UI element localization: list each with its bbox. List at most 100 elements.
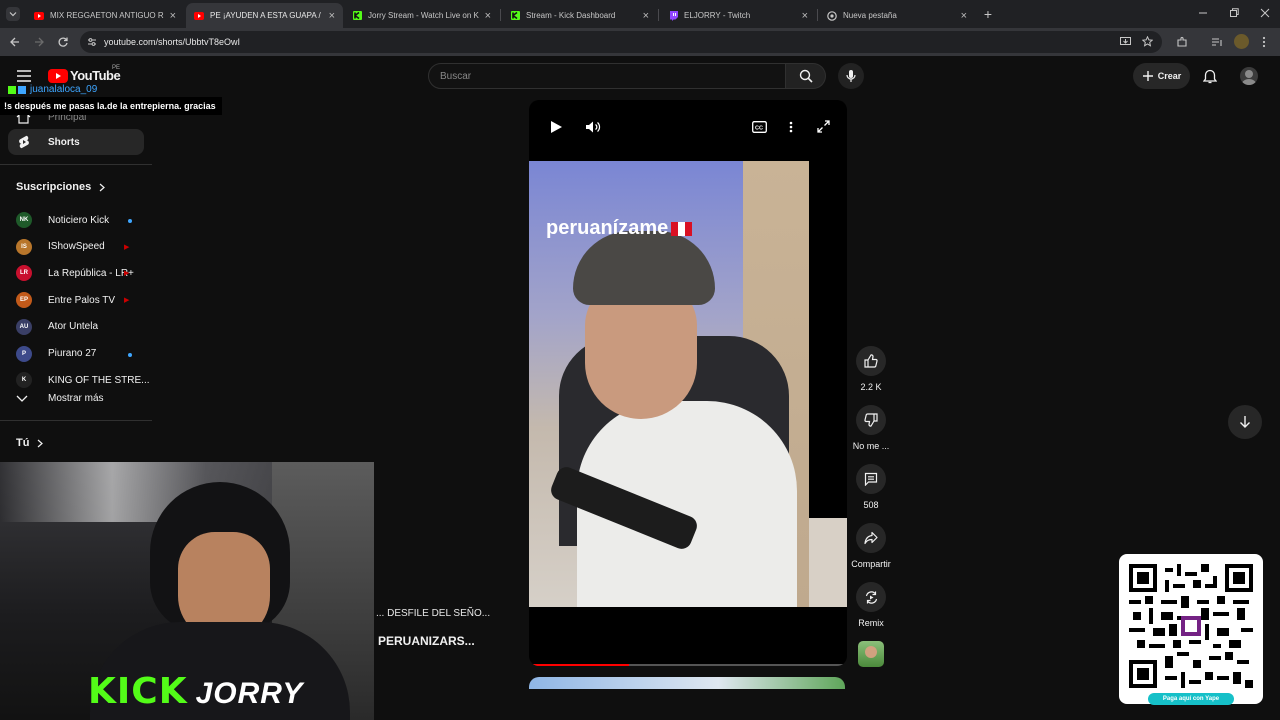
reload-icon[interactable] — [57, 36, 69, 48]
sidebar-subscription-item[interactable]: NK Noticiero Kick — [16, 212, 109, 228]
previous-short-title[interactable]: ... DESFILE DEL SEÑO... — [376, 608, 490, 619]
profile-avatar[interactable] — [1234, 34, 1249, 49]
dislike-label: No me ... — [852, 441, 890, 451]
install-app-icon[interactable] — [1120, 37, 1131, 47]
kick-badge-icon — [8, 85, 16, 94]
voice-search-button[interactable] — [838, 63, 864, 89]
plus-icon — [1142, 71, 1153, 81]
youtube-logo[interactable]: YouTube PE — [48, 65, 121, 83]
chrome-menu-icon[interactable] — [1262, 36, 1266, 48]
play-icon — [551, 121, 562, 133]
tab-separator — [500, 9, 501, 21]
live-indicator-icon: ▶ — [124, 243, 130, 251]
volume-button[interactable] — [585, 120, 601, 134]
search-button[interactable] — [786, 63, 826, 89]
minimize-button[interactable] — [1198, 8, 1208, 18]
next-short-preview[interactable] — [529, 677, 845, 689]
live-indicator-icon: ▶ — [124, 270, 130, 278]
sidebar-item-shorts[interactable]: Shorts — [8, 129, 144, 155]
comment-icon — [864, 472, 878, 486]
channel-avatar: P — [16, 345, 32, 362]
subscriptions-header[interactable]: Suscripciones — [16, 181, 106, 193]
video-progress-fill — [533, 664, 630, 666]
channel-name: IShowSpeed — [48, 241, 105, 253]
shorts-player[interactable]: peruanízame CC — [529, 100, 847, 666]
forward-icon[interactable] — [33, 36, 45, 48]
tab-title: Jorry Stream - Watch Live on Ki — [368, 11, 479, 20]
fullscreen-button[interactable] — [817, 120, 830, 133]
audio-track-thumbnail[interactable] — [858, 641, 884, 667]
site-info-icon[interactable] — [87, 37, 97, 47]
video-frame[interactable]: peruanízame — [529, 161, 809, 607]
close-icon[interactable]: × — [485, 10, 491, 22]
bookmark-star-icon[interactable] — [1142, 36, 1153, 47]
show-more-button[interactable]: Mostrar más — [16, 393, 104, 404]
play-button[interactable] — [549, 120, 563, 134]
new-content-dot-icon — [128, 219, 132, 223]
search-placeholder: Buscar — [440, 71, 472, 82]
channel-name: Piurano 27 — [48, 348, 97, 359]
video-overlay-text: peruanízame — [546, 217, 693, 240]
create-button[interactable]: Crear — [1133, 63, 1190, 89]
sidebar-subscription-item[interactable]: P Piurano 27 — [16, 345, 97, 362]
tab-kick-dashboard[interactable]: Stream - Kick Dashboard × — [502, 3, 657, 28]
video-progress-track[interactable] — [533, 664, 843, 666]
kick-logo-text: KICK — [88, 671, 188, 712]
tab-mix-reggaeton[interactable]: MIX REGGAETON ANTIGUO RC × — [26, 3, 184, 28]
address-bar[interactable]: youtube.com/shorts/UbbtvT8eOwI — [80, 31, 1162, 53]
new-tab-button[interactable]: + — [980, 6, 996, 22]
sidebar-subscription-item[interactable]: AU Ator Untela — [16, 318, 98, 335]
stream-brand-banner: KICK JORRY — [88, 674, 303, 710]
tab-nueva-pestana[interactable]: Nueva pestaña × — [819, 3, 975, 28]
subscriptions-title: Suscripciones — [16, 181, 92, 193]
sidebar-subscription-item[interactable]: IS IShowSpeed — [16, 238, 105, 255]
previous-short-subtitle[interactable]: PERUANIZARS... — [378, 634, 475, 648]
hamburger-menu-icon[interactable] — [17, 70, 31, 82]
tab-jorry-stream-kick[interactable]: Jorry Stream - Watch Live on Ki × — [344, 3, 499, 28]
video-person-cap — [573, 231, 715, 305]
tab-title: ELJORRY - Twitch — [684, 11, 751, 20]
comments-button[interactable]: 508 — [848, 464, 894, 510]
notifications-bell-icon[interactable] — [1203, 69, 1217, 84]
close-icon[interactable]: × — [961, 10, 967, 22]
like-count: 2.2 K — [860, 382, 882, 392]
remix-button[interactable]: Remix — [848, 582, 894, 628]
channel-avatar: AU — [16, 318, 32, 335]
share-label: Compartir — [851, 559, 891, 569]
sidebar-subscription-item[interactable]: EP Entre Palos TV — [16, 292, 116, 309]
chat-username: juanalaloca_09 — [30, 84, 98, 95]
close-icon[interactable]: × — [802, 10, 808, 22]
tab-ayuden-a-esta-guapa[interactable]: PE ¡AYUDEN A ESTA GUAPA / × — [186, 3, 343, 28]
remix-label: Remix — [858, 618, 884, 628]
sidebar-divider — [0, 420, 152, 421]
close-icon[interactable]: × — [170, 10, 176, 22]
close-icon[interactable]: × — [329, 10, 335, 22]
share-button[interactable]: Compartir — [848, 523, 894, 569]
channel-name: Entre Palos TV — [48, 294, 116, 306]
restore-button[interactable] — [1229, 8, 1239, 18]
media-controls-icon[interactable] — [1211, 36, 1223, 48]
you-section-header[interactable]: Tú — [16, 437, 44, 449]
closed-captions-icon: CC — [752, 121, 767, 133]
search-icon — [799, 69, 813, 83]
like-button[interactable]: 2.2 K — [848, 346, 894, 392]
tab-search-button[interactable] — [6, 7, 20, 21]
chevron-down-icon — [9, 12, 17, 17]
close-window-button[interactable] — [1260, 8, 1270, 18]
show-more-label: Mostrar más — [48, 393, 104, 404]
back-icon[interactable] — [9, 36, 21, 48]
extensions-icon[interactable] — [1176, 36, 1188, 48]
account-avatar[interactable] — [1240, 67, 1258, 85]
more-options-button[interactable] — [789, 121, 793, 133]
next-video-button[interactable] — [1228, 405, 1262, 439]
channel-avatar: K — [16, 372, 32, 389]
sidebar-subscription-item[interactable]: LR La República - LR+ — [16, 265, 134, 282]
dislike-button[interactable]: No me ... — [848, 405, 894, 451]
tab-eljorry-twitch[interactable]: ELJORRY - Twitch × — [660, 3, 816, 28]
chat-message: !s después me pasas la.de la entrepierna… — [0, 97, 222, 115]
search-input[interactable]: Buscar — [428, 63, 786, 89]
sidebar-subscription-item[interactable]: K KING OF THE STRE... — [16, 372, 150, 389]
chevron-right-icon — [38, 439, 44, 447]
close-icon[interactable]: × — [643, 10, 649, 22]
captions-button[interactable]: CC — [752, 121, 767, 133]
